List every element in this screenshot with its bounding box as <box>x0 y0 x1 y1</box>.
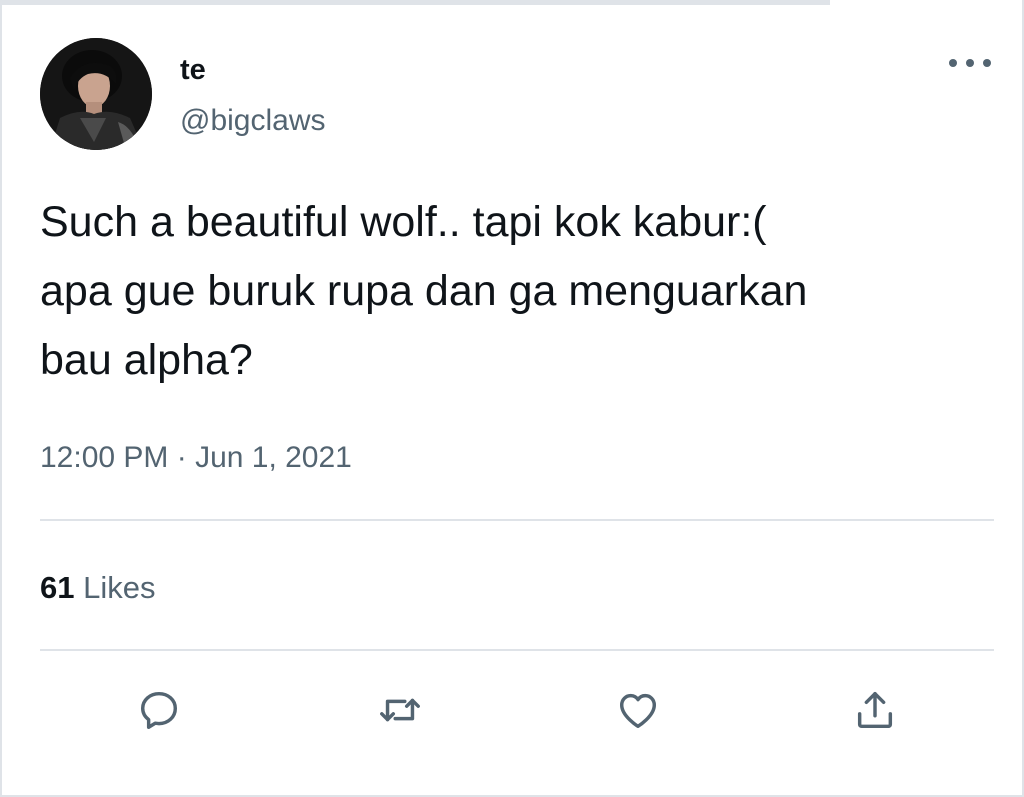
author-handle[interactable]: @bigclaws <box>180 104 326 138</box>
retweet-button[interactable] <box>370 680 430 740</box>
author-display-name[interactable]: te <box>180 54 206 86</box>
heart-icon <box>619 693 657 729</box>
tweet-text-line: Such a beautiful wolf.. tapi kok kabur:( <box>40 198 767 246</box>
tweet-text: Such a beautiful wolf.. tapi kok kabur:(… <box>40 188 1000 395</box>
profile-photo-icon <box>40 38 152 150</box>
tweet-text-line: apa gue buruk rupa dan ga menguarkan <box>40 267 808 315</box>
tweet-card: te @bigclaws Such a beautiful wolf.. tap… <box>0 0 1024 797</box>
likes-label: Likes <box>83 570 156 605</box>
tweet-timestamp[interactable]: 12:00 PM · Jun 1, 2021 <box>40 440 352 476</box>
avatar[interactable] <box>40 38 152 150</box>
action-bar <box>2 680 1024 740</box>
reply-icon <box>140 691 178 729</box>
reply-button[interactable] <box>129 680 189 740</box>
divider <box>40 519 994 521</box>
like-button[interactable] <box>608 680 668 740</box>
retweet-icon <box>380 698 420 722</box>
top-border <box>2 0 830 5</box>
divider <box>40 649 994 651</box>
more-icon[interactable] <box>947 50 993 76</box>
share-button[interactable] <box>845 680 905 740</box>
likes-count: 61 <box>40 570 75 605</box>
tweet-text-line: bau alpha? <box>40 336 253 384</box>
share-icon <box>857 691 893 729</box>
likes-stat[interactable]: 61 Likes <box>40 570 155 606</box>
